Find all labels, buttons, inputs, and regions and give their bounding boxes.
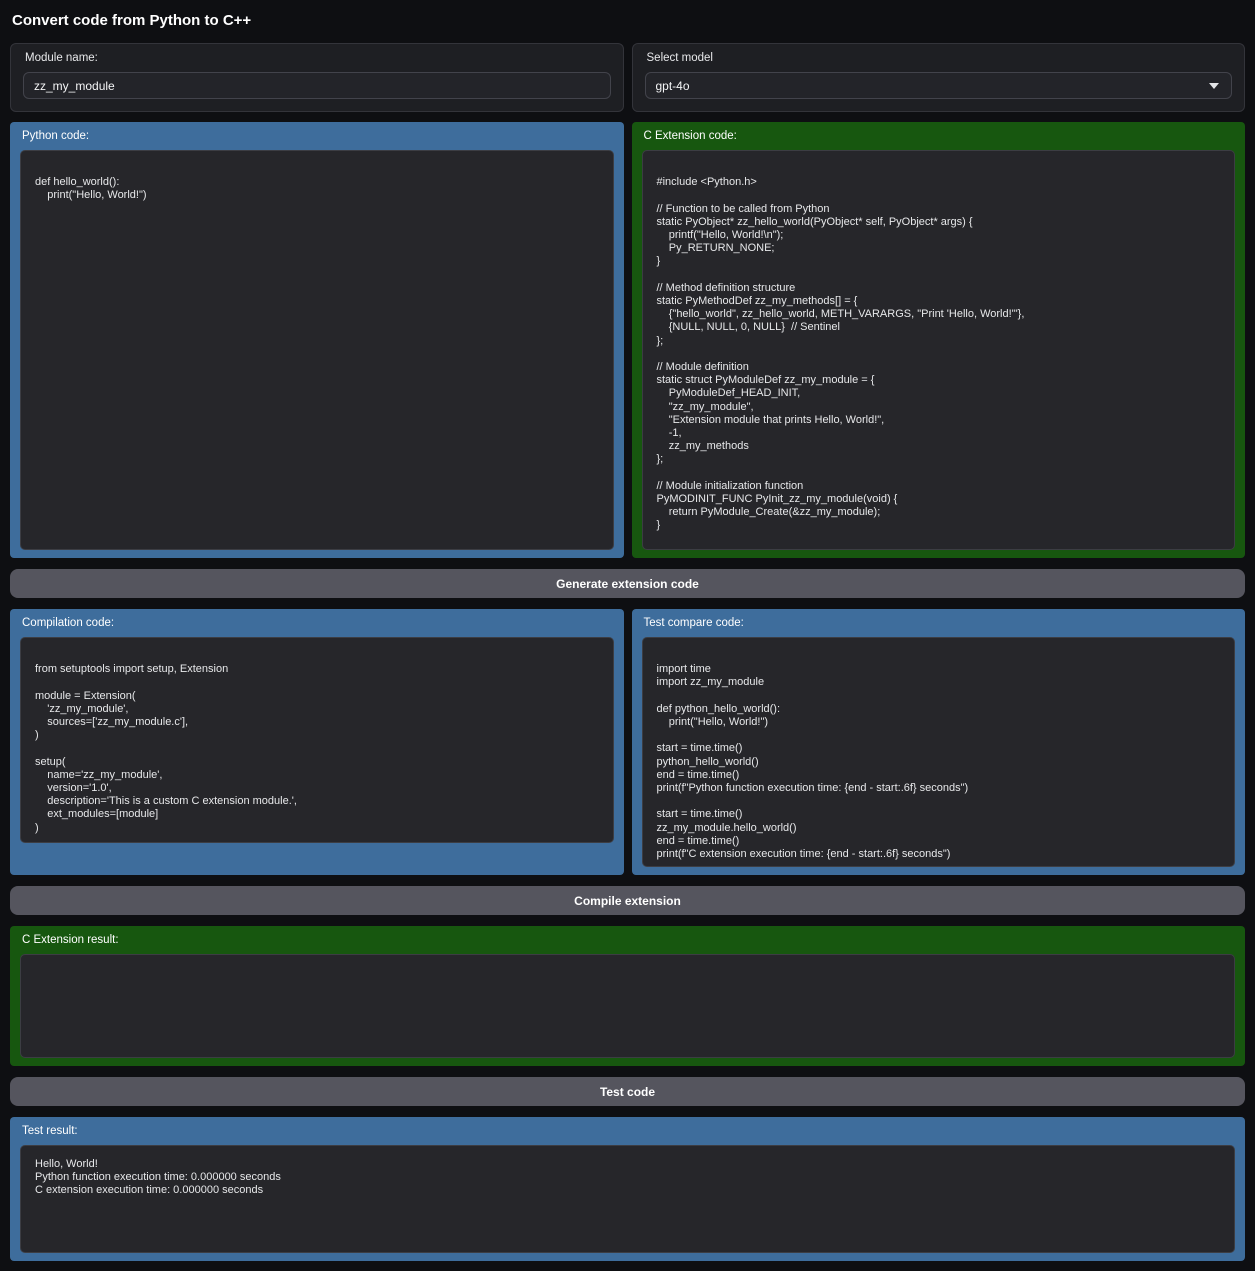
compilation-code-textarea[interactable]: from setuptools import setup, Extension … bbox=[20, 637, 614, 843]
test-result-label: Test result: bbox=[22, 1125, 1235, 1137]
compile-extension-button[interactable]: Compile extension bbox=[10, 886, 1245, 915]
module-name-label: Module name: bbox=[25, 52, 611, 64]
compilation-code-label: Compilation code: bbox=[22, 617, 614, 629]
python-code-panel: Python code: def hello_world(): print("H… bbox=[10, 122, 624, 558]
test-result-panel: Test result: Hello, World! Python functi… bbox=[10, 1117, 1245, 1261]
c-extension-code-textarea[interactable]: #include <Python.h> // Function to be ca… bbox=[642, 150, 1236, 550]
compile-test-row: Compilation code: from setuptools import… bbox=[10, 609, 1245, 875]
model-select-dropdown[interactable]: gpt-4o bbox=[645, 72, 1233, 99]
chevron-down-icon bbox=[1209, 83, 1219, 89]
test-compare-code-textarea[interactable]: import time import zz_my_module def pyth… bbox=[642, 637, 1236, 867]
test-compare-code-panel: Test compare code: import time import zz… bbox=[632, 609, 1246, 875]
test-result-textarea[interactable]: Hello, World! Python function execution … bbox=[20, 1145, 1235, 1253]
top-inputs-row: Module name: Select model gpt-4o bbox=[10, 43, 1245, 112]
python-code-label: Python code: bbox=[22, 130, 614, 142]
model-select-label: Select model bbox=[647, 52, 1233, 64]
module-name-input[interactable] bbox=[23, 72, 611, 99]
c-extension-result-textarea[interactable] bbox=[20, 954, 1235, 1058]
module-name-panel: Module name: bbox=[10, 43, 624, 112]
page-title: Convert code from Python to C++ bbox=[12, 12, 1245, 29]
python-code-textarea[interactable]: def hello_world(): print("Hello, World!"… bbox=[20, 150, 614, 550]
c-extension-code-panel: C Extension code: #include <Python.h> //… bbox=[632, 122, 1246, 558]
c-extension-code-label: C Extension code: bbox=[644, 130, 1236, 142]
generate-extension-code-button[interactable]: Generate extension code bbox=[10, 569, 1245, 598]
test-compare-code-label: Test compare code: bbox=[644, 617, 1236, 629]
compilation-code-panel: Compilation code: from setuptools import… bbox=[10, 609, 624, 875]
c-extension-result-panel: C Extension result: bbox=[10, 926, 1245, 1066]
code-row: Python code: def hello_world(): print("H… bbox=[10, 122, 1245, 558]
c-extension-result-label: C Extension result: bbox=[22, 934, 1235, 946]
model-select-panel: Select model gpt-4o bbox=[632, 43, 1246, 112]
test-code-button[interactable]: Test code bbox=[10, 1077, 1245, 1106]
model-select-value: gpt-4o bbox=[656, 79, 690, 93]
